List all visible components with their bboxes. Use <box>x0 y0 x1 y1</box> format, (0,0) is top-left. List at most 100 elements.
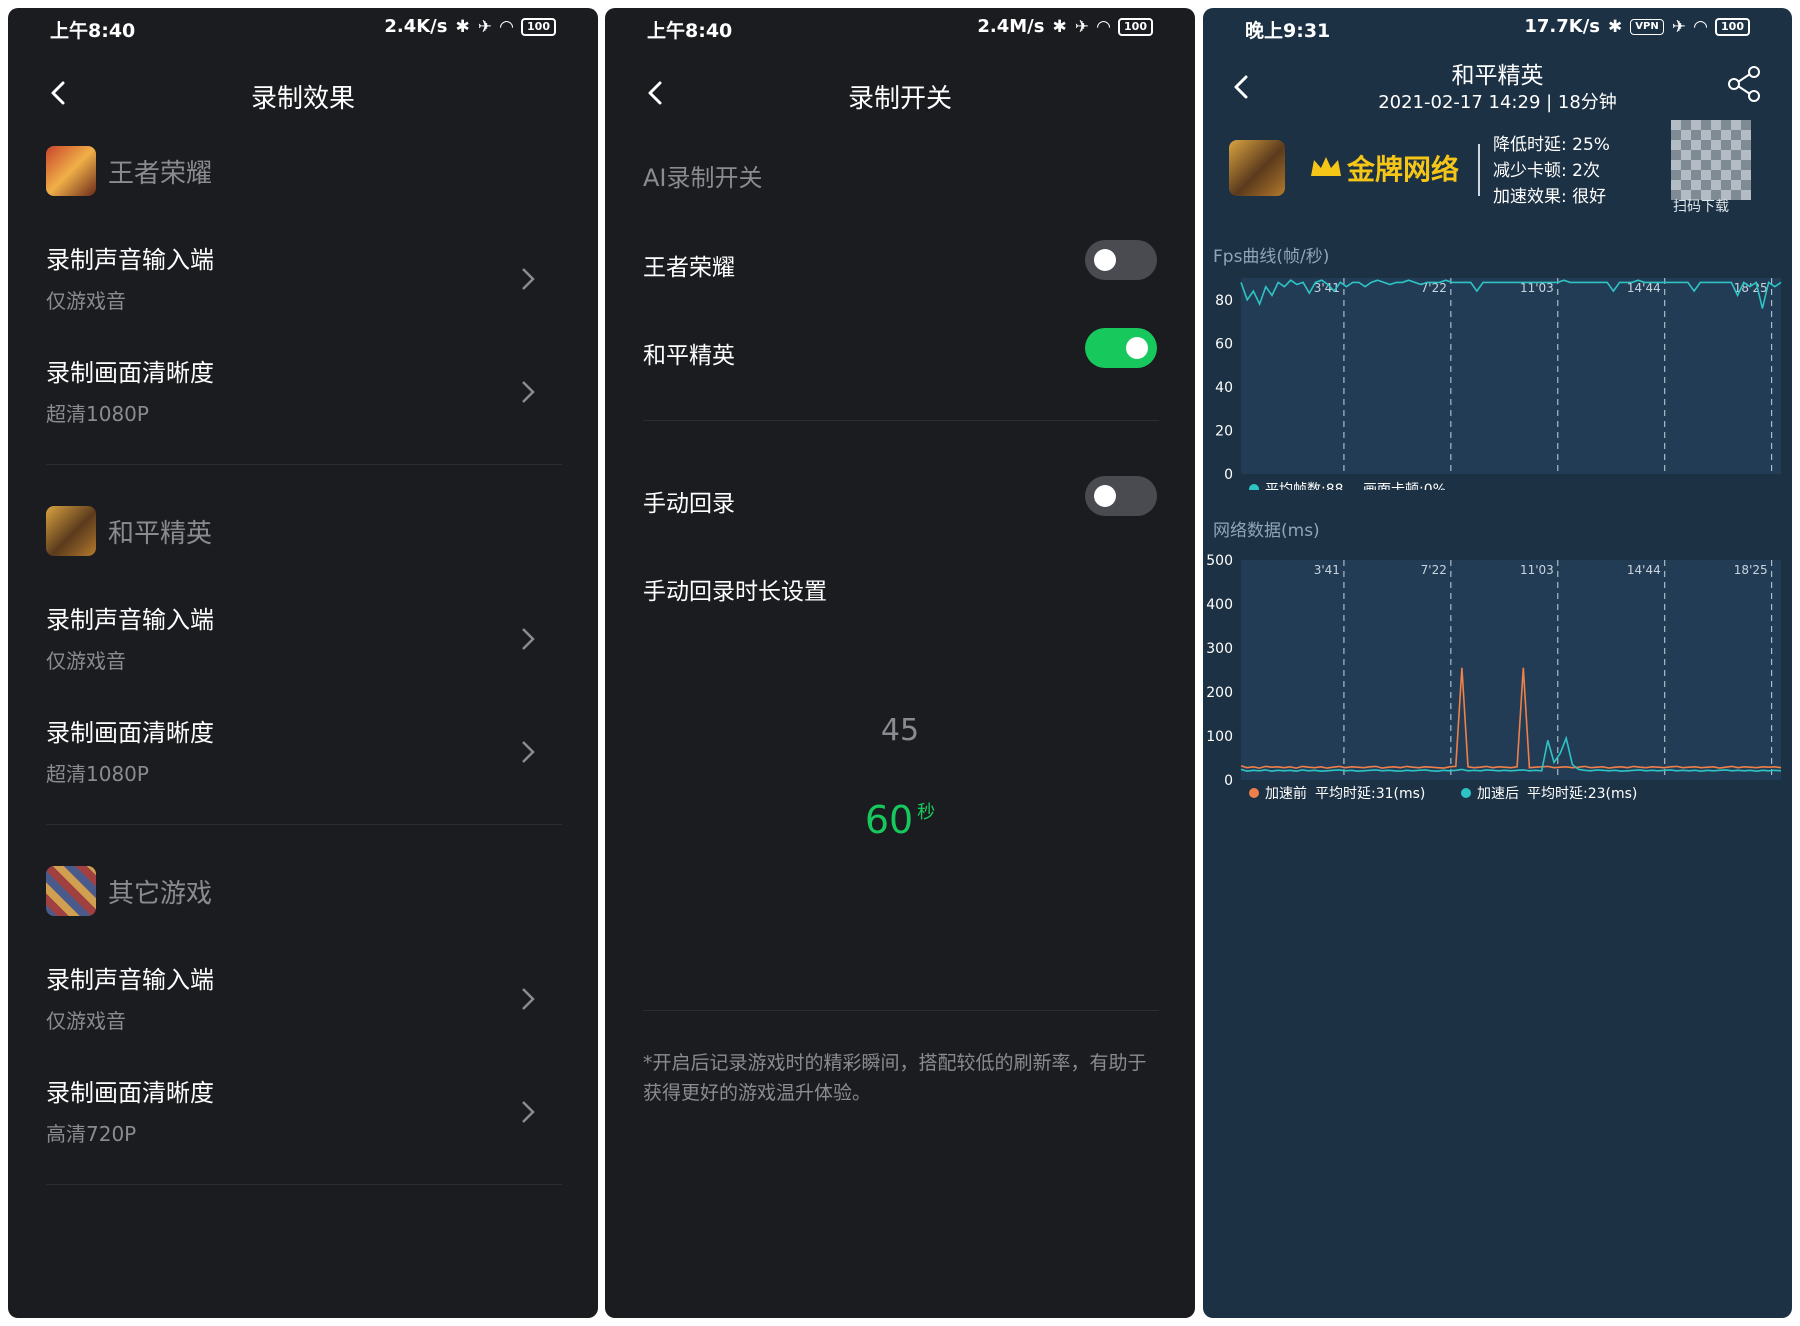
group-name: 王者荣耀 <box>108 158 213 189</box>
status-time: 上午8:40 <box>647 20 733 42</box>
divider <box>1478 144 1480 196</box>
group-header-hpjy: 和平精英 <box>46 506 212 556</box>
vpn-icon: VPN <box>1630 18 1664 35</box>
toggle-label: 和平精英 <box>643 343 735 369</box>
bluetooth-icon: ✱ <box>455 16 470 37</box>
net-chart-label: 网络数据(ms) <box>1213 521 1320 541</box>
setting-title: 录制声音输入端 <box>46 966 214 994</box>
setting-title: 录制画面清晰度 <box>46 359 214 387</box>
setting-row-audio-source[interactable]: 录制声音输入端 仅游戏音 <box>46 600 548 680</box>
network-speed: 2.4K/s <box>384 16 448 37</box>
picker-unit: 秒 <box>917 802 936 823</box>
setting-row-resolution[interactable]: 录制画面清晰度 超清1080P <box>46 713 548 793</box>
toggle-switch[interactable] <box>1085 240 1157 280</box>
group-header-wzry: 王者荣耀 <box>46 146 212 196</box>
toggle-switch[interactable] <box>1085 476 1157 516</box>
chevron-right-icon <box>522 1101 535 1123</box>
setting-title: 录制声音输入端 <box>46 246 214 274</box>
legend-label: 画面卡顿:0% <box>1363 482 1446 490</box>
toggle-row-wzry: 王者荣耀 <box>643 240 1157 284</box>
picker-selected[interactable]: 60 秒 <box>605 798 1195 842</box>
page-title: 录制开关 <box>847 84 952 114</box>
y-tick-label: 200 <box>1206 685 1233 701</box>
setting-row-resolution[interactable]: 录制画面清晰度 超清1080P <box>46 353 548 433</box>
wifi-icon: ◠ <box>1096 16 1111 37</box>
setting-title: 录制声音输入端 <box>46 606 214 634</box>
divider <box>46 824 562 825</box>
legend-marker <box>1249 788 1259 798</box>
legend-marker <box>1249 484 1259 490</box>
airplane-icon: ✈ <box>1074 16 1089 37</box>
y-tick-label: 40 <box>1215 380 1233 396</box>
other-games-icon <box>46 866 96 916</box>
setting-row-resolution[interactable]: 录制画面清晰度 高清720P <box>46 1073 548 1153</box>
battery-icon: 100 <box>521 17 556 36</box>
picker-option[interactable]: 45 <box>605 713 1195 748</box>
legend-label: 加速后 <box>1477 786 1519 802</box>
fps-chart: 0204060803'41 7'22 11'03 14'44 18'25平均帧数:88 画… <box>1215 278 1782 490</box>
airplane-icon: ✈ <box>1671 16 1686 37</box>
boost-stats: 降低时延: 25% 减少卡顿: 2次 加速效果: 很好 <box>1493 132 1610 210</box>
divider <box>46 1184 562 1185</box>
setting-value: 仅游戏音 <box>46 1009 126 1033</box>
stat-latency: 降低时延: 25% <box>1493 135 1610 155</box>
legend-label: 平均时延:31(ms) <box>1315 786 1425 802</box>
setting-title: 录制画面清晰度 <box>46 719 214 747</box>
wifi-icon: ◠ <box>499 16 514 37</box>
group-header-other: 其它游戏 <box>46 866 212 916</box>
game-icon <box>1229 140 1285 196</box>
share-icon[interactable] <box>1726 64 1762 104</box>
legend-label: 加速前 <box>1265 785 1307 802</box>
section-ai-record: AI录制开关 <box>643 164 763 192</box>
stat-effect: 加速效果: 很好 <box>1493 187 1607 207</box>
panel-session-report: 晚上9:31 17.7K/s ✱ VPN ✈ ◠ 100 和平精英 2021-0… <box>1203 8 1792 1318</box>
bluetooth-icon: ✱ <box>1052 16 1067 37</box>
brand-logo: 金牌网络 <box>1309 148 1459 188</box>
footnote: *开启后记录游戏时的精彩瞬间，搭配较低的刷新率，有助于获得更好的游戏温升体验。 <box>643 1052 1147 1104</box>
plot-area <box>1241 278 1781 474</box>
brand-name: 金牌网络 <box>1347 153 1460 186</box>
x-tick-label: 11'03 <box>1520 563 1554 577</box>
battery-icon: 100 <box>1118 17 1153 36</box>
setting-value: 仅游戏音 <box>46 649 126 673</box>
toggle-switch[interactable] <box>1085 328 1157 368</box>
panel-record-effect: 上午8:40 2.4K/s ✱ ✈ ◠ 100 录制效果 王者荣耀 录制声音输入… <box>8 8 598 1318</box>
qr-label: 扫码下载 <box>1673 199 1729 215</box>
divider <box>643 1010 1159 1011</box>
legend-label: 平均时延:23(ms) <box>1527 786 1637 802</box>
y-tick-label: 500 <box>1206 553 1233 569</box>
x-tick-label: 3'41 <box>1314 563 1340 577</box>
honor-of-kings-icon <box>46 146 96 196</box>
network-speed: 17.7K/s <box>1524 16 1601 37</box>
status-bar: 上午8:40 2.4M/s ✱ ✈ ◠ 100 <box>605 8 1195 44</box>
chevron-right-icon <box>522 988 535 1010</box>
x-tick-label: 7'22 <box>1421 563 1447 577</box>
setting-row-audio-source[interactable]: 录制声音输入端 仅游戏音 <box>46 960 548 1040</box>
status-bar: 上午8:40 2.4K/s ✱ ✈ ◠ 100 <box>8 8 598 44</box>
setting-title: 录制画面清晰度 <box>46 1079 214 1107</box>
toggle-knob <box>1126 337 1148 359</box>
setting-row-audio-source[interactable]: 录制声音输入端 仅游戏音 <box>46 240 548 320</box>
report-subtitle: 2021-02-17 14:29 | 18分钟 <box>1378 92 1617 113</box>
network-speed: 2.4M/s <box>977 16 1045 37</box>
toggle-knob <box>1094 249 1116 271</box>
page-title: 录制效果 <box>250 84 355 114</box>
chevron-right-icon <box>522 741 535 763</box>
picker-value: 60 <box>864 798 914 842</box>
bluetooth-icon: ✱ <box>1608 16 1623 37</box>
toggle-knob <box>1094 485 1116 507</box>
header: 录制效果 <box>8 68 598 118</box>
status-time: 上午8:40 <box>50 20 136 42</box>
y-tick-label: 100 <box>1206 729 1233 745</box>
header: 录制开关 <box>605 68 1195 118</box>
panel-record-switch: 上午8:40 2.4M/s ✱ ✈ ◠ 100 录制开关 AI录制开关 王者荣耀… <box>605 8 1195 1318</box>
setting-value: 超清1080P <box>46 762 149 786</box>
x-tick-label: 18'25 <box>1734 563 1768 577</box>
y-tick-label: 80 <box>1215 293 1233 309</box>
crown-icon <box>1311 157 1341 176</box>
chevron-right-icon <box>522 628 535 650</box>
toggle-label: 手动回录 <box>643 491 735 517</box>
setting-value: 高清720P <box>46 1122 137 1146</box>
y-tick-label: 400 <box>1206 597 1233 613</box>
y-tick-label: 60 <box>1215 336 1233 352</box>
